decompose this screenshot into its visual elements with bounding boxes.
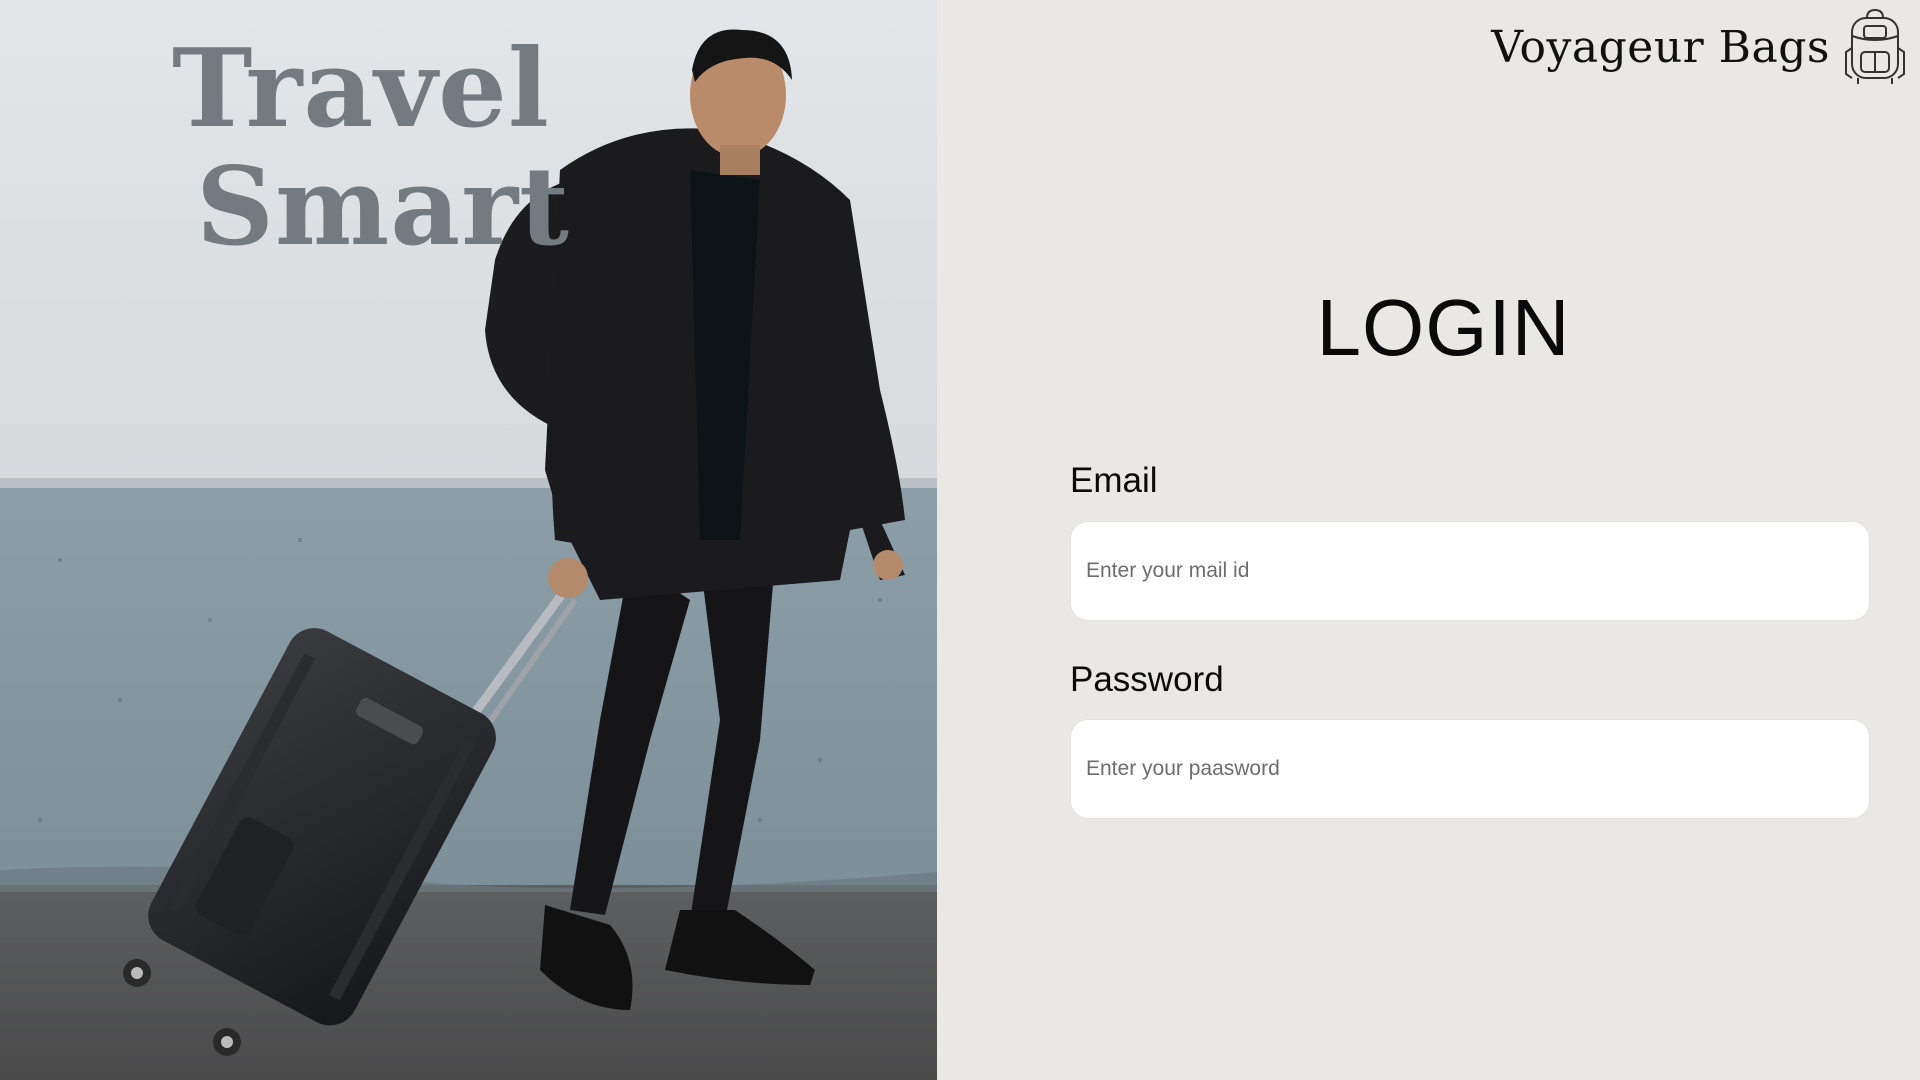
email-label: Email (1070, 461, 1158, 500)
backpack-icon (1845, 8, 1905, 84)
hero-photo: Travel Smart (0, 0, 937, 1080)
hero-headline-line-2: Smart (196, 144, 571, 270)
brand-name: Voyageur Bags (1491, 21, 1830, 73)
brand-logo[interactable]: Voyageur Bags (1491, 8, 1906, 86)
password-field[interactable] (1070, 719, 1870, 819)
password-label: Password (1070, 660, 1224, 699)
page-title: LOGIN (1316, 283, 1571, 372)
login-panel: Voyageur Bags LOGIN Email Passwor (937, 0, 1920, 1080)
email-field[interactable] (1070, 521, 1870, 621)
hero-headline: Travel Smart (0, 30, 700, 266)
login-page: Travel Smart Voyageur Bags LOGIN Email E… (0, 0, 1920, 1080)
hero-headline-line-1: Travel (172, 26, 550, 152)
